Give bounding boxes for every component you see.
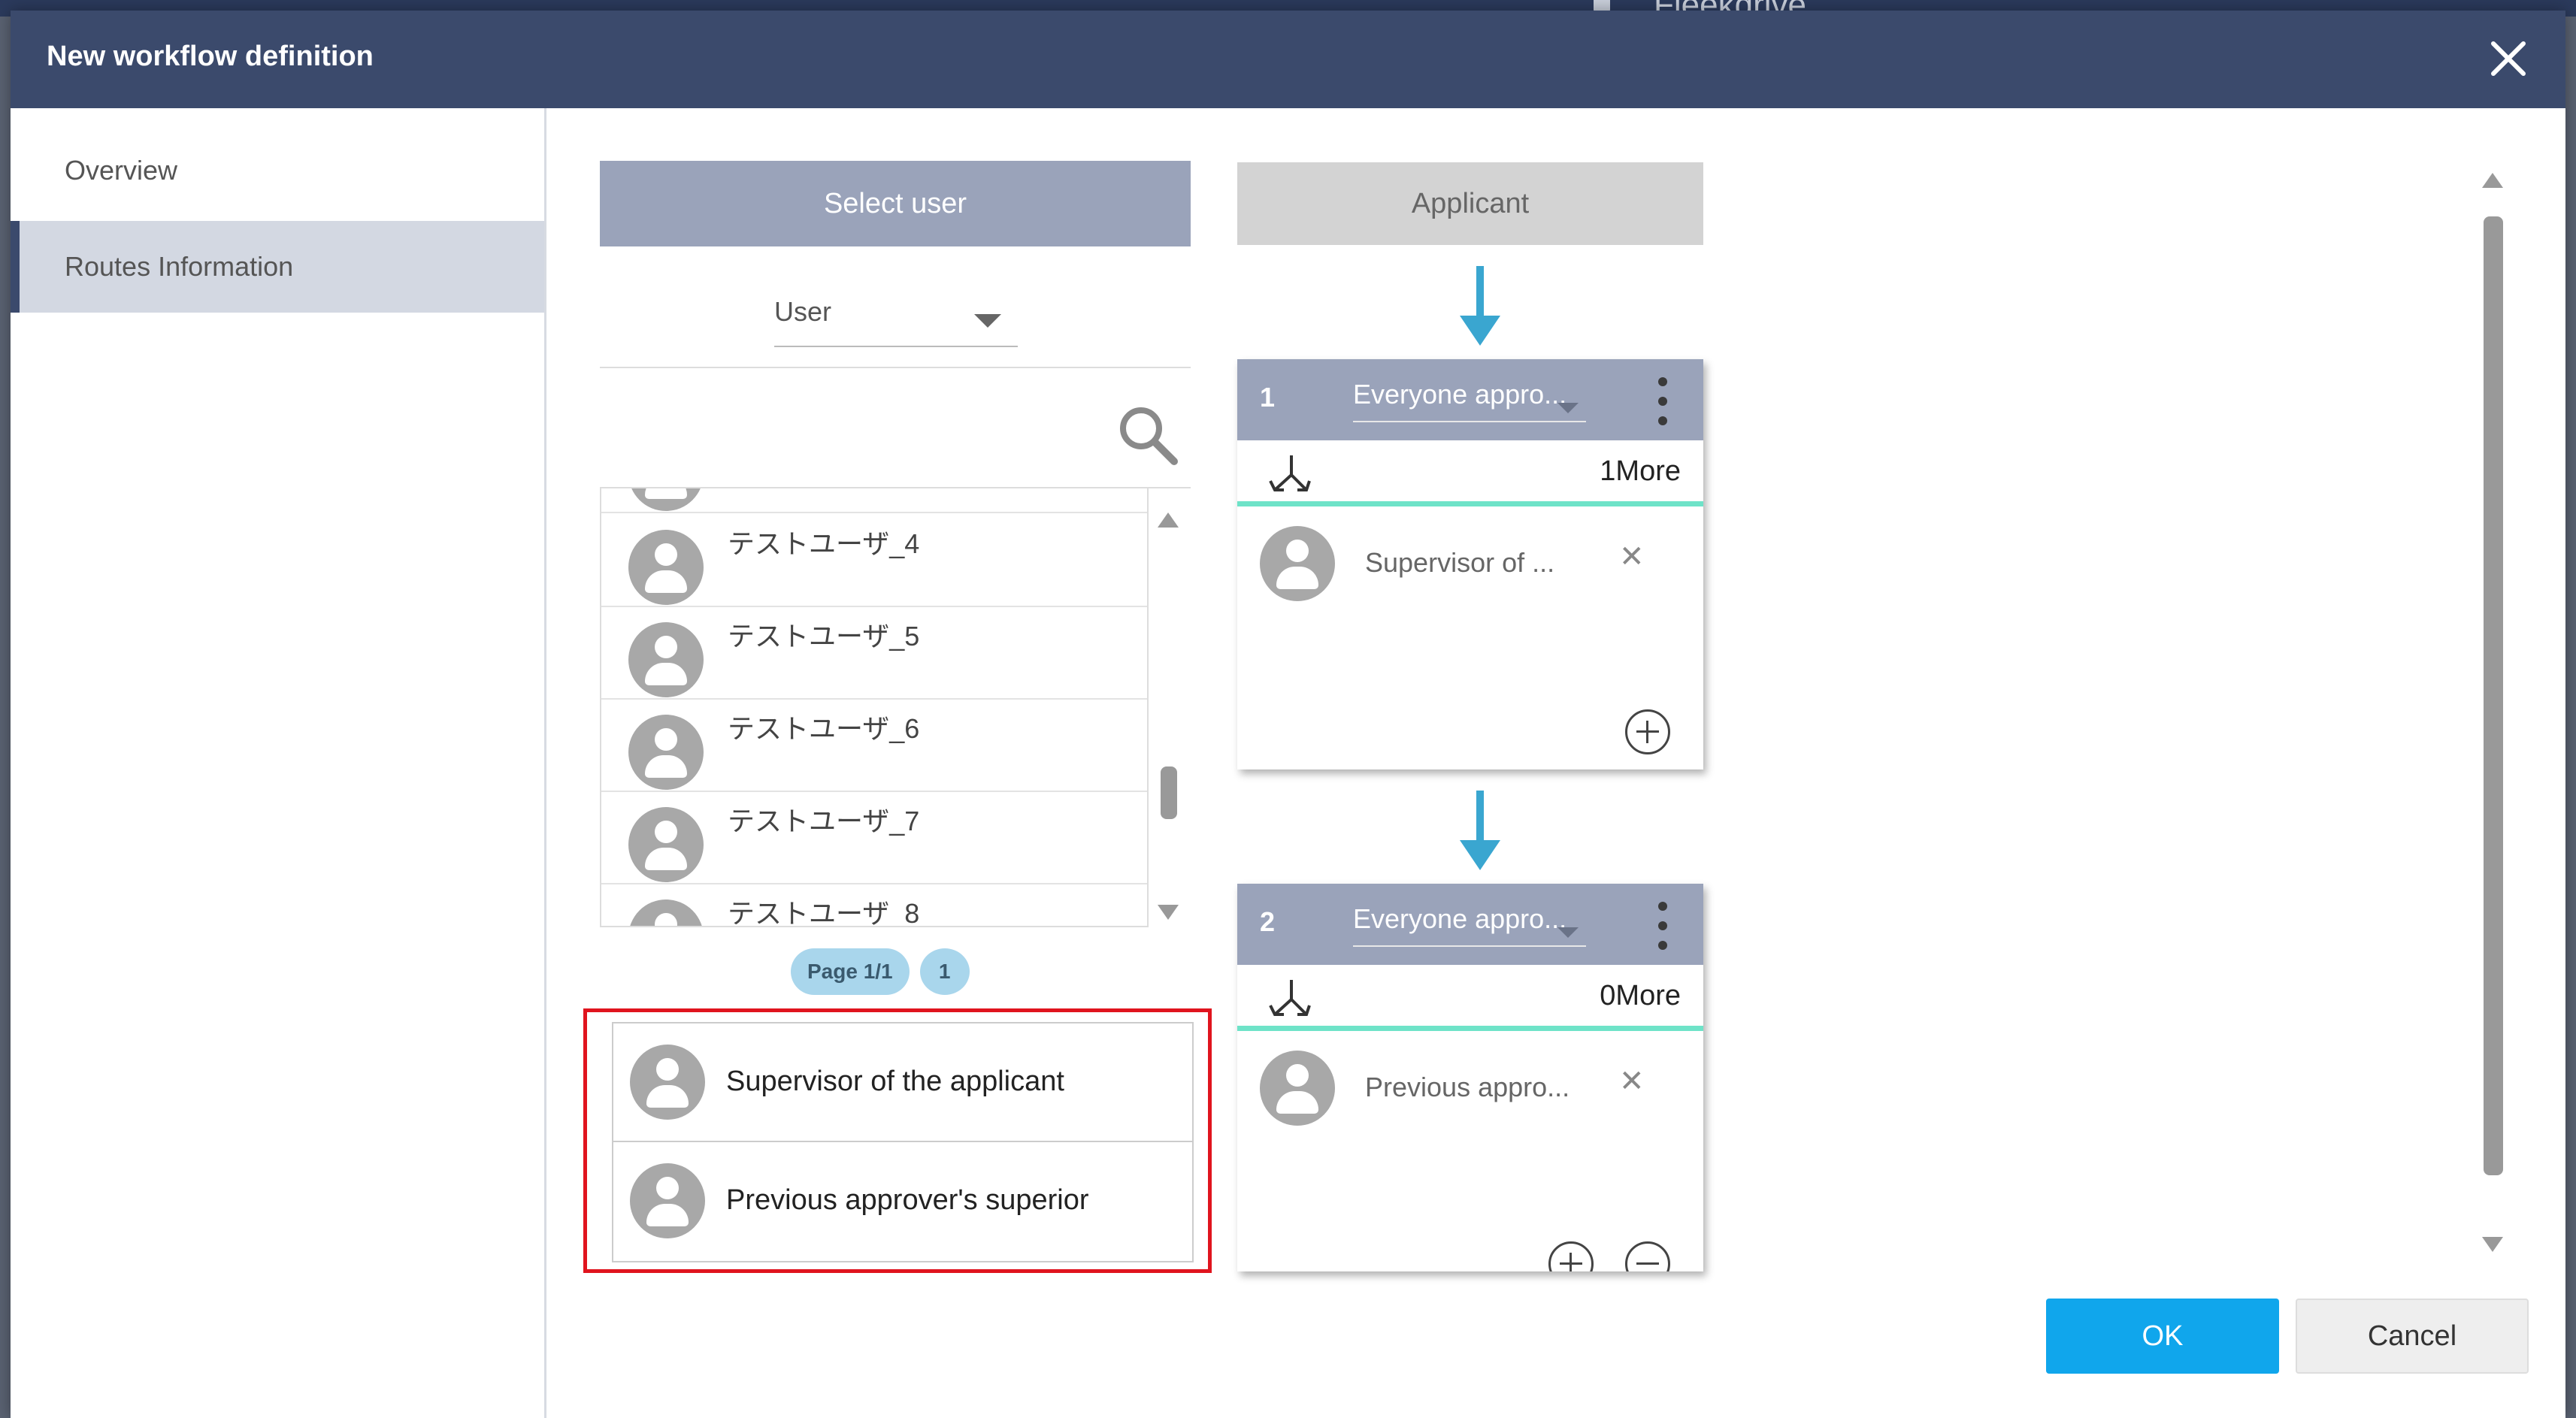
approval-type-select[interactable]: Everyone appro... [1353,903,1586,947]
user-type-select-value: User [774,296,832,327]
avatar [628,488,704,511]
user-name: テストユーザ_6 [728,713,920,744]
step-number: 2 [1260,906,1276,937]
step-subheader: 1More [1237,440,1703,506]
more-vert-icon[interactable] [1648,899,1678,953]
highlight-box [583,1008,1212,1273]
route-step-card: 2 Everyone appro... 0More Previous appro… [1237,884,1703,1271]
scroll-down-icon[interactable] [1158,905,1179,920]
user-name: テストユーザ_4 [728,528,920,559]
user-type-select[interactable]: User [774,278,1018,347]
page-number-button[interactable]: 1 [919,948,970,995]
ok-button[interactable]: OK [2046,1299,2279,1374]
select-user-header: Select user [600,161,1191,246]
step-subheader: 0More [1237,965,1703,1031]
approver-name: Previous appro... [1365,1072,1570,1102]
cancel-button[interactable]: Cancel [2296,1299,2529,1374]
sidebar-item-routes-information[interactable]: Routes Information [11,221,544,313]
avatar [628,899,704,926]
applicant-node: Applicant [1237,162,1703,245]
remove-step-icon[interactable] [1625,1241,1670,1271]
approval-type-select[interactable]: Everyone appro... [1353,379,1586,422]
approver-name: Supervisor of ... [1365,547,1555,578]
remove-icon[interactable]: ✕ [1619,1064,1645,1099]
chevron-down-icon [1557,403,1579,413]
sidebar-item-label: Routes Information [65,251,294,282]
step-number: 1 [1260,382,1276,413]
route-step-card: 1 Everyone appro... 1More Supervisor of … [1237,359,1703,769]
list-item[interactable]: テストユーザ_5 [601,606,1147,700]
avatar [628,807,704,882]
user-list: テストユーザ_4 テストユーザ_5 テストユーザ_6 テストユーザ_7 テストユ… [600,488,1149,927]
branch-icon[interactable] [1269,454,1311,494]
chevron-down-icon [1557,927,1579,938]
add-icon[interactable] [1625,709,1670,754]
pagination: Page 1/1 1 [791,948,970,995]
step-header: 2 Everyone appro... [1237,884,1703,965]
arrow-down-icon [1460,266,1500,346]
user-name: テストユーザ_8 [728,898,920,927]
scroll-thumb[interactable] [2484,216,2503,1175]
more-vert-icon[interactable] [1648,374,1678,428]
avatar [628,530,704,605]
dialog-sidebar: Overview Routes Information [11,108,546,1418]
sidebar-item-overview[interactable]: Overview [11,125,544,216]
scroll-down-icon[interactable] [2482,1237,2503,1252]
sidebar-item-label: Overview [65,155,178,186]
user-name: テストユーザ_7 [728,806,920,836]
dialog-header: New workflow definition [11,11,2565,108]
list-item[interactable]: テストユーザ_7 [601,791,1147,884]
avatar [628,715,704,790]
avatar [1260,526,1335,601]
user-name: テストユーザ_5 [728,621,920,652]
avatar [628,622,704,697]
avatar [1260,1051,1335,1126]
route-scrollbar[interactable] [2473,171,2512,1268]
chevron-down-icon [974,314,1001,328]
more-approvers-link[interactable]: 0More [1600,980,1681,1012]
step-header: 1 Everyone appro... [1237,359,1703,440]
workflow-definition-dialog: New workflow definition Overview Routes … [11,11,2565,1418]
add-icon[interactable] [1548,1241,1594,1271]
branch-icon[interactable] [1269,978,1311,1019]
scroll-thumb[interactable] [1161,766,1177,819]
search-icon[interactable] [1114,401,1182,469]
scroll-up-icon[interactable] [1158,512,1179,528]
list-item[interactable] [601,488,1147,513]
user-list-scrollbar[interactable] [1150,499,1186,927]
dialog-title: New workflow definition [47,41,374,72]
more-approvers-link[interactable]: 1More [1600,455,1681,488]
list-item[interactable]: テストユーザ_8 [601,883,1147,927]
list-item[interactable]: テストユーザ_4 [601,513,1147,607]
remove-icon[interactable]: ✕ [1619,540,1645,574]
list-item[interactable]: テストユーザ_6 [601,698,1147,792]
page-indicator: Page 1/1 [791,948,910,995]
close-icon[interactable] [2481,32,2535,86]
user-search-input[interactable] [600,368,1088,485]
arrow-down-icon [1460,791,1500,870]
scroll-up-icon[interactable] [2482,173,2503,188]
